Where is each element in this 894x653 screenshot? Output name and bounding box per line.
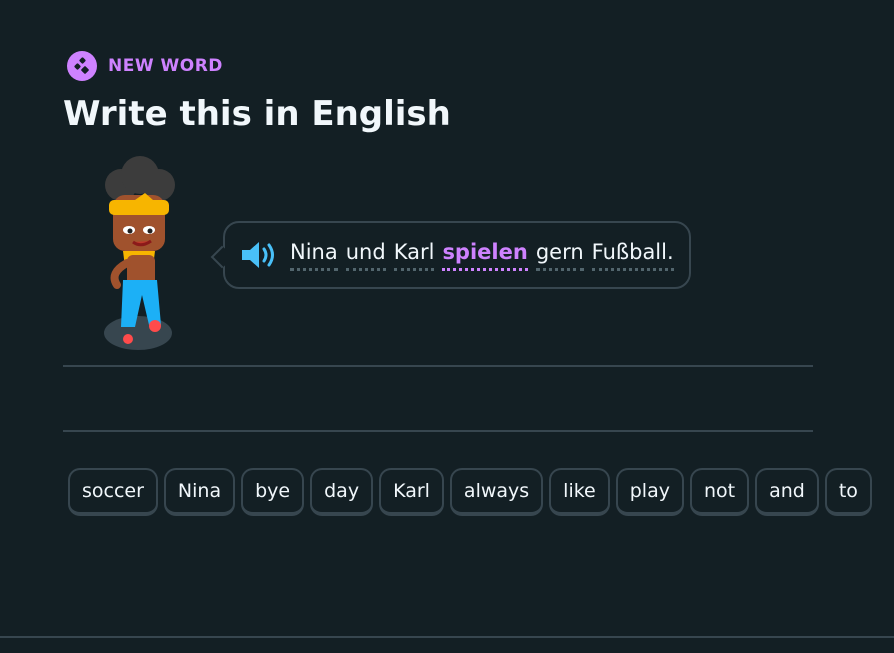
word-chip[interactable]: play [615, 468, 684, 516]
prompt-word[interactable]: Nina [290, 240, 338, 271]
word-chip[interactable]: and [755, 468, 819, 516]
word-chip[interactable]: like [549, 468, 610, 516]
prompt-word[interactable]: Karl [393, 240, 435, 271]
footer-divider [0, 636, 894, 638]
prompt-word[interactable]: und [345, 240, 386, 271]
prompt-sentence: Nina und Karl spielen gern Fußball. [290, 240, 674, 271]
word-bank: soccer Nina bye day Karl always like pla… [68, 468, 878, 516]
answer-line-top [63, 365, 813, 367]
word-chip[interactable]: Karl [379, 468, 444, 516]
bubble-tail [210, 245, 234, 269]
word-chip[interactable]: soccer [68, 468, 158, 516]
new-word-label: NEW WORD [108, 56, 223, 76]
word-chip[interactable]: to [824, 468, 872, 516]
word-chip[interactable]: not [689, 468, 750, 516]
prompt-word[interactable]: Fußball. [591, 240, 674, 271]
word-chip[interactable]: bye [241, 468, 305, 516]
new-word-header: NEW WORD [67, 51, 223, 81]
word-chip[interactable]: Nina [163, 468, 236, 516]
character-illustration [104, 156, 175, 350]
word-chip[interactable]: always [449, 468, 544, 516]
prompt-word[interactable]: gern [535, 240, 584, 271]
prompt-bubble: Nina und Karl spielen gern Fußball. [210, 221, 691, 289]
page-title: Write this in English [63, 94, 451, 134]
answer-line-bottom [63, 430, 813, 432]
word-chip[interactable]: day [310, 468, 374, 516]
new-word-icon [67, 51, 97, 81]
speaker-icon[interactable] [240, 239, 278, 271]
prompt-word-new[interactable]: spielen [442, 240, 528, 271]
